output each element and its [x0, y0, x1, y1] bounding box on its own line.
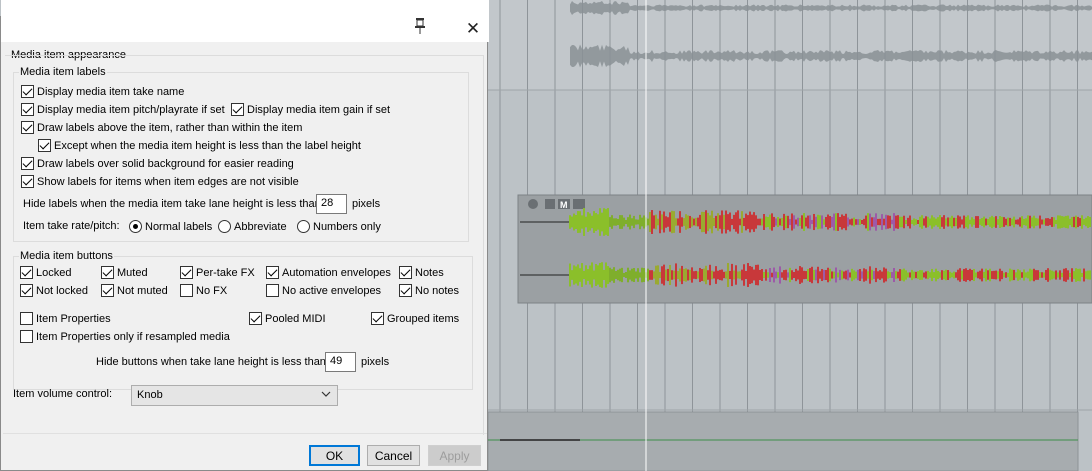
- hide-buttons-unit: pixels: [361, 356, 390, 368]
- normal-labels-radio[interactable]: Normal labels: [129, 220, 212, 233]
- hide-labels-label: Hide labels when the media item take lan…: [23, 198, 324, 210]
- no-notes-checkbox[interactable]: No notes: [399, 284, 459, 297]
- volume-control-select[interactable]: Knob: [131, 385, 338, 406]
- pooled-midi-checkbox[interactable]: Pooled MIDI: [249, 312, 326, 325]
- item-properties-icon: [545, 199, 555, 209]
- dialog-separator: [3, 408, 487, 434]
- gain-checkbox[interactable]: Display media item gain if set: [231, 103, 390, 116]
- labels-group-title: Media item labels: [19, 66, 107, 78]
- hide-labels-input[interactable]: 28: [316, 194, 347, 214]
- abbreviate-radio[interactable]: Abbreviate: [218, 220, 287, 233]
- pitch-playrate-checkbox[interactable]: Display media item pitch/playrate if set: [21, 103, 225, 116]
- labels-above-checkbox[interactable]: Draw labels above the item, rather than …: [21, 121, 302, 134]
- cancel-button[interactable]: Cancel: [367, 445, 420, 466]
- hide-buttons-input[interactable]: 49: [325, 352, 356, 372]
- item-volume-knob: [528, 199, 538, 209]
- pin-icon[interactable]: [414, 18, 426, 34]
- ok-button[interactable]: OK: [309, 445, 360, 466]
- no-fx-checkbox[interactable]: No FX: [180, 284, 227, 297]
- not-locked-checkbox[interactable]: Not locked: [20, 284, 88, 297]
- dialog-titlebar[interactable]: ✕: [1, 0, 489, 42]
- item-mute-label: M: [560, 200, 568, 210]
- dialog-body: Media item appearance Media item labels …: [1, 42, 487, 470]
- automation-envelopes-checkbox[interactable]: Automation envelopes: [266, 266, 391, 279]
- hide-buttons-label: Hide buttons when take lane height is le…: [96, 356, 329, 368]
- except-height-checkbox[interactable]: Except when the media item height is les…: [38, 139, 361, 152]
- notes-checkbox[interactable]: Notes: [399, 266, 444, 279]
- chevron-down-icon: [321, 389, 331, 402]
- item-properties-checkbox[interactable]: Item Properties: [20, 312, 111, 325]
- numbers-only-radio[interactable]: Numbers only: [297, 220, 381, 233]
- rate-pitch-label: Item take rate/pitch:: [23, 220, 120, 232]
- hide-labels-unit: pixels: [352, 198, 381, 210]
- apply-button[interactable]: Apply: [428, 445, 481, 466]
- close-icon[interactable]: ✕: [463, 19, 483, 39]
- item-notes-icon: [573, 199, 585, 209]
- not-muted-checkbox[interactable]: Not muted: [101, 284, 168, 297]
- per-take-fx-checkbox[interactable]: Per-take FX: [180, 266, 255, 279]
- edges-not-visible-checkbox[interactable]: Show labels for items when item edges ar…: [21, 175, 299, 188]
- media-item-bottom: [487, 411, 1079, 471]
- preferences-dialog: ✕ Media item appearance Media item label…: [0, 0, 489, 471]
- buttons-group-title: Media item buttons: [19, 250, 114, 262]
- no-active-envelopes-checkbox[interactable]: No active envelopes: [266, 284, 381, 297]
- take-name-checkbox[interactable]: Display media item take name: [21, 85, 184, 98]
- grouped-items-checkbox[interactable]: Grouped items: [371, 312, 459, 325]
- muted-checkbox[interactable]: Muted: [101, 266, 148, 279]
- volume-control-label: Item volume control:: [13, 388, 113, 400]
- locked-checkbox[interactable]: Locked: [20, 266, 71, 279]
- solid-background-checkbox[interactable]: Draw labels over solid background for ea…: [21, 157, 294, 170]
- item-properties-resampled-checkbox[interactable]: Item Properties only if resampled media: [20, 330, 230, 343]
